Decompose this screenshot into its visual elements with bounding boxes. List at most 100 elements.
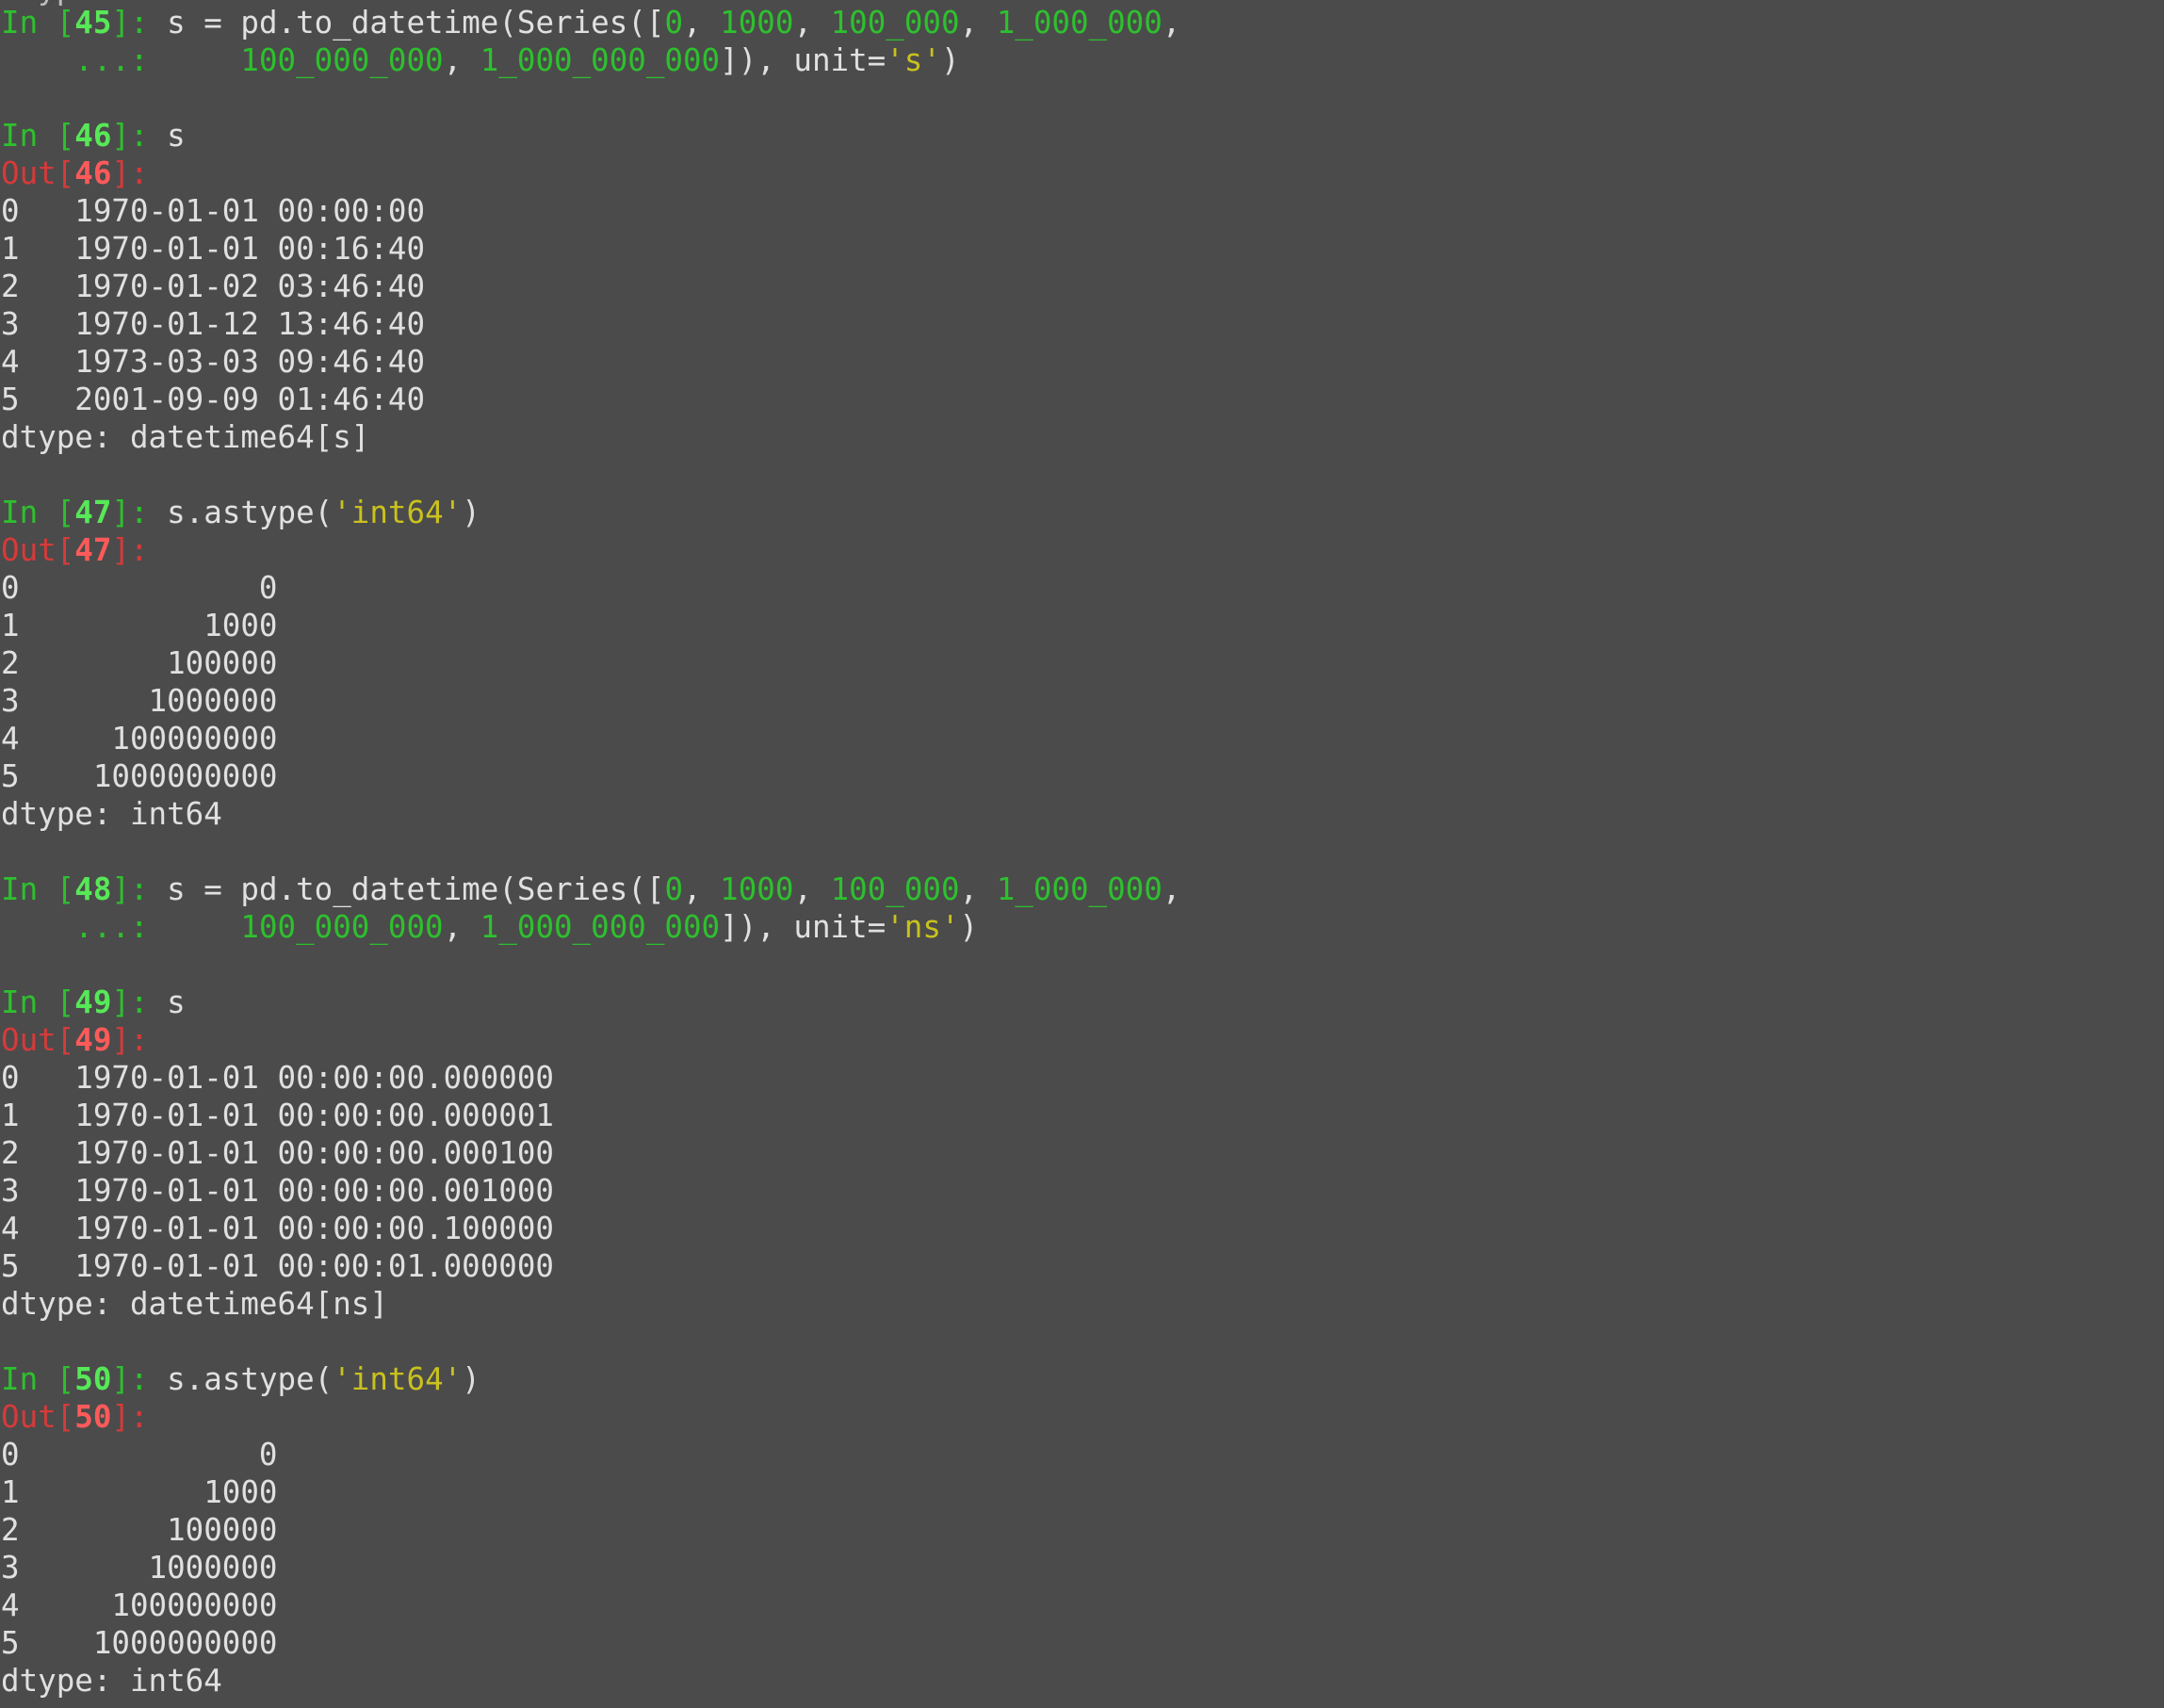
terminal-line: In [48]: s = pd.to_datetime(Series([0, 1… (1, 870, 1180, 908)
code-text: 0 0 (1, 1437, 278, 1472)
code-text: 1 1970-01-01 00:16:40 (1, 231, 426, 267)
terminal-line: 4 100000000 (1, 720, 278, 757)
code-text: dtype: datetime64[ns] (1, 1286, 388, 1322)
terminal-line: 4 100000000 (1, 1586, 278, 1624)
code-text: , (959, 871, 997, 907)
code-text: , (1162, 871, 1181, 907)
input-prompt-token: 1000 (720, 5, 794, 41)
terminal-line: In [50]: s.astype('int64') (1, 1360, 480, 1398)
terminal-line: 3 1970-01-12 13:46:40 (1, 305, 425, 343)
code-text: 2 100000 (1, 645, 278, 681)
code-text: ) (462, 495, 480, 530)
terminal-line: 2 100000 (1, 1511, 278, 1549)
input-prompt-token: 1_000_000 (996, 5, 1163, 41)
string-literal: 'int64' (333, 495, 463, 530)
ipython-terminal[interactable]: dtype In [45]: s = pd.to_datetime(Series… (0, 0, 2164, 1708)
input-prompt-token: 1_000_000_000 (480, 909, 721, 945)
input-prompt-token: 46 (74, 118, 112, 154)
code-text: s (167, 118, 186, 154)
code-text: ) (462, 1361, 480, 1397)
terminal-line: 3 1000000 (1, 682, 278, 720)
code-text: 3 1000000 (1, 1550, 278, 1586)
code-text: 4 1970-01-01 00:00:00.100000 (1, 1211, 554, 1246)
input-prompt-token: In [ (1, 984, 75, 1020)
input-prompt-token: In [ (1, 118, 75, 154)
code-text: 4 100000000 (1, 721, 278, 756)
code-text: ]), unit= (720, 909, 887, 945)
code-text: 2 100000 (1, 1512, 278, 1548)
terminal-line: 0 0 (1, 1436, 278, 1473)
terminal-line: 1 1970-01-01 00:00:00.000001 (1, 1097, 554, 1134)
code-text: 5 1000000000 (1, 758, 278, 794)
output-prompt-token: Out[ (1, 1399, 75, 1435)
terminal-line: 4 1973-03-03 09:46:40 (1, 343, 425, 381)
input-prompt-token: 100_000_000 (240, 909, 444, 945)
string-literal: 's' (886, 42, 941, 78)
terminal-line: In [49]: s (1, 984, 186, 1021)
input-prompt-token: 100_000 (830, 871, 960, 907)
code-text: 0 1970-01-01 00:00:00.000000 (1, 1060, 554, 1096)
code-text: , (683, 871, 721, 907)
output-prompt-token: 47 (74, 532, 112, 568)
code-text: 5 1000000000 (1, 1625, 278, 1661)
code-text: ) (940, 42, 960, 78)
code-text: 5 1970-01-01 00:00:01.000000 (1, 1248, 554, 1284)
code-text: 0 1970-01-01 00:00:00 (1, 193, 426, 229)
code-text: , (959, 5, 997, 41)
terminal-line: ...: 100_000_000, 1_000_000_000]), unit=… (1, 41, 960, 79)
input-prompt-token: 1_000_000_000 (480, 42, 721, 78)
terminal-line: 5 1000000000 (1, 757, 278, 795)
terminal-line: 1 1000 (1, 607, 278, 644)
code-text: dtype: int64 (1, 1663, 222, 1699)
input-prompt-token: ]: (111, 118, 168, 154)
terminal-line: 4 1970-01-01 00:00:00.100000 (1, 1210, 554, 1247)
code-text: , (683, 5, 721, 41)
input-prompt-token: 48 (74, 871, 112, 907)
input-prompt-token: ]: (111, 1361, 168, 1397)
output-prompt-token: 50 (74, 1399, 112, 1435)
code-text: 5 2001-09-09 01:46:40 (1, 382, 426, 417)
terminal-line: 1 1000 (1, 1473, 278, 1511)
code-text: , (793, 871, 831, 907)
code-text: ]), unit= (720, 42, 887, 78)
code-text: 0 0 (1, 570, 278, 606)
code-text: 1 1970-01-01 00:00:00.000001 (1, 1098, 554, 1133)
string-literal: 'ns' (886, 909, 960, 945)
code-text: , (793, 5, 831, 41)
terminal-line: 2 1970-01-02 03:46:40 (1, 268, 425, 305)
input-prompt-token: ]: (111, 495, 168, 530)
code-text: s.astype( (167, 495, 334, 530)
code-text: dtype: datetime64[s] (1, 419, 370, 455)
code-text: 2 1970-01-02 03:46:40 (1, 268, 426, 304)
terminal-line: dtype: int64 (1, 1662, 222, 1700)
terminal-line: 5 1000000000 (1, 1624, 278, 1662)
code-text: 3 1970-01-01 00:00:00.001000 (1, 1173, 554, 1209)
code-text: 1 1000 (1, 1474, 278, 1510)
input-prompt-token: In [ (1, 5, 75, 41)
input-prompt-token: ]: (111, 984, 168, 1020)
input-prompt-token: 47 (74, 495, 112, 530)
code-text: 4 100000000 (1, 1587, 278, 1623)
output-prompt-token: ]: (111, 155, 149, 191)
code-text: s.astype( (167, 1361, 334, 1397)
code-text: , (1162, 5, 1181, 41)
code-text: , (443, 909, 480, 945)
terminal-line: Out[47]: (1, 531, 149, 569)
terminal-line: 0 1970-01-01 00:00:00.000000 (1, 1059, 554, 1097)
terminal-line: 0 1970-01-01 00:00:00 (1, 192, 425, 230)
input-prompt-token: ...: (1, 42, 241, 78)
input-prompt-token: In [ (1, 871, 75, 907)
input-prompt-token: ]: (111, 5, 168, 41)
code-text: 1 1000 (1, 608, 278, 643)
output-prompt-token: 49 (74, 1022, 112, 1058)
code-text: ) (959, 909, 979, 945)
code-text: s = pd.to_datetime(Series([ (167, 871, 665, 907)
terminal-line: 5 1970-01-01 00:00:01.000000 (1, 1247, 554, 1285)
output-prompt-token: ]: (111, 532, 149, 568)
input-prompt-token: ...: (1, 909, 241, 945)
input-prompt-token: 100_000 (830, 5, 960, 41)
output-prompt-token: Out[ (1, 532, 75, 568)
input-prompt-token: 49 (74, 984, 112, 1020)
terminal-line: 2 1970-01-01 00:00:00.000100 (1, 1134, 554, 1172)
code-text: s (167, 984, 186, 1020)
